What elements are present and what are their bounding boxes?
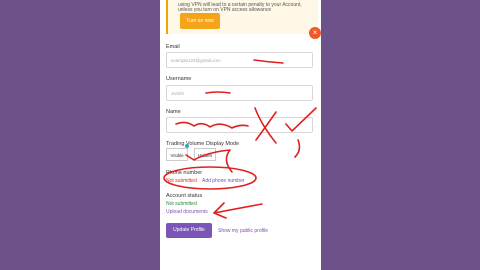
turn-on-vpn-button[interactable]: Turn on now (180, 13, 220, 29)
right-background (321, 0, 480, 270)
name-label: Name (166, 109, 181, 115)
account-status-value: Not submitted (166, 201, 197, 207)
public-profile-link[interactable]: Show my public profile (218, 228, 268, 234)
left-background (0, 0, 160, 270)
trading-volume-label: Trading Volume Display Mode (166, 141, 240, 147)
add-phone-link[interactable]: Add phone number (202, 178, 245, 184)
upload-documents-link[interactable]: Upload documents (166, 209, 208, 215)
visible-toggle[interactable]: Visible (166, 148, 188, 161)
email-field[interactable]: example123@gmail.com (166, 52, 313, 68)
username-field[interactable]: Jsmith (166, 85, 313, 101)
phone-label: Phone number (166, 170, 203, 176)
vpn-notice: using VPN will lead to a certain penalty… (166, 0, 318, 34)
account-status-label: Account status (166, 193, 203, 199)
profile-panel: using VPN will lead to a certain penalty… (160, 0, 321, 270)
close-icon[interactable]: × (309, 27, 321, 39)
phone-status: Not submitted (166, 178, 197, 184)
email-label: Email (166, 44, 180, 50)
update-profile-button[interactable]: Update Profile (166, 223, 212, 238)
hidden-toggle[interactable]: Hidden (194, 148, 216, 161)
name-field[interactable] (166, 117, 313, 133)
username-label: Username (166, 76, 192, 82)
